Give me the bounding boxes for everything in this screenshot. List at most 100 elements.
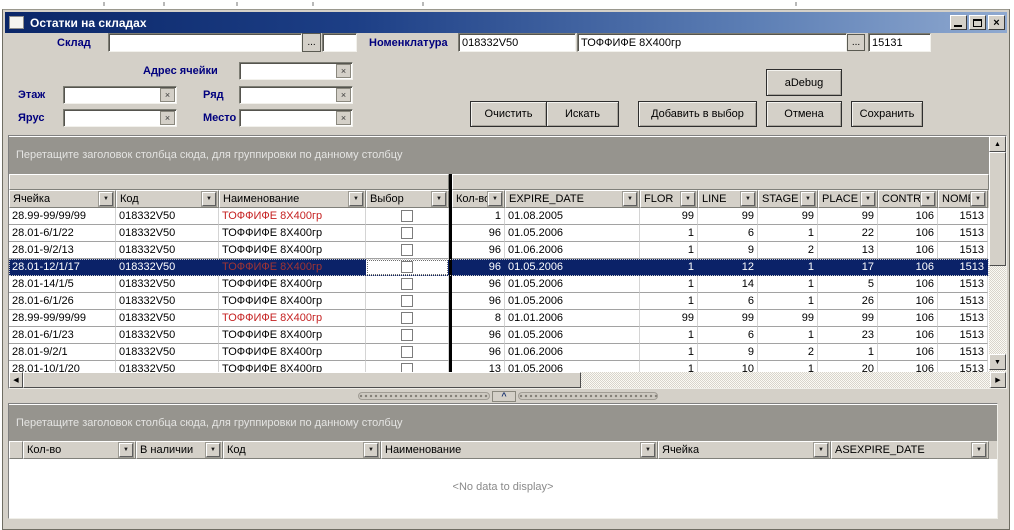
- column-header-naimenovanie[interactable]: Наименование▼: [219, 190, 366, 208]
- cell-contr: 106: [878, 225, 938, 242]
- table-row[interactable]: 28.01-6/1/23018332V50ТОФФИФЕ 8Х400гр9601…: [9, 327, 989, 344]
- splitter-collapse-button[interactable]: ^: [492, 391, 516, 402]
- column-header-nomen[interactable]: NOMEN▼: [938, 190, 988, 208]
- nomenklatura-lookup-button[interactable]: ...: [847, 34, 865, 51]
- nomenklatura-name-input[interactable]: [577, 33, 847, 52]
- title-bar[interactable]: Остатки на складах ×: [5, 12, 1007, 33]
- column-header-kod[interactable]: Код▼: [116, 190, 219, 208]
- filter-dropdown-button[interactable]: ▼: [921, 192, 935, 206]
- row-select-checkbox[interactable]: [401, 244, 413, 256]
- cancel-button[interactable]: Отмена: [766, 101, 842, 127]
- row-select-checkbox[interactable]: [401, 312, 413, 324]
- scroll-right-button[interactable]: ▶: [990, 372, 1006, 388]
- filter-dropdown-button[interactable]: ▼: [641, 443, 655, 457]
- splitter-grip[interactable]: [358, 392, 490, 400]
- grid-splitter[interactable]: ^: [8, 389, 1007, 403]
- minimize-button[interactable]: [950, 15, 967, 30]
- filter-dropdown-button[interactable]: ▼: [814, 443, 828, 457]
- scrollbar-thumb[interactable]: [23, 372, 581, 388]
- filter-dropdown-button[interactable]: ▼: [202, 192, 216, 206]
- filter-dropdown-button[interactable]: ▼: [971, 192, 985, 206]
- table-row[interactable]: 28.01-10/1/20018332V50ТОФФИФЕ 8Х400гр130…: [9, 361, 989, 372]
- table-row[interactable]: 28.01-6/1/26018332V50ТОФФИФЕ 8Х400гр9601…: [9, 293, 989, 310]
- table-row[interactable]: 28.01-14/1/5018332V50ТОФФИФЕ 8Х400гр9601…: [9, 276, 989, 293]
- column-header-asexpire_date[interactable]: ASEXPIRE_DATE▼: [831, 441, 989, 459]
- column-header-stage[interactable]: STAGE▼: [758, 190, 818, 208]
- row-select-checkbox[interactable]: [401, 227, 413, 239]
- scroll-left-button[interactable]: ◀: [9, 372, 23, 388]
- filter-dropdown-button[interactable]: ▼: [488, 192, 502, 206]
- column-header-contr[interactable]: CONTR▼: [878, 190, 938, 208]
- yarus-clear-button[interactable]: ×: [160, 111, 175, 125]
- column-header-expire_date[interactable]: EXPIRE_DATE ▼: [505, 190, 640, 208]
- table-row[interactable]: 28.01-9/2/13018332V50ТОФФИФЕ 8Х400гр9601…: [9, 242, 989, 259]
- column-header-naimenovanie[interactable]: Наименование▼: [381, 441, 658, 459]
- splitter-grip[interactable]: [518, 392, 658, 400]
- add-to-selection-button[interactable]: Добавить в выбор: [638, 101, 757, 127]
- filter-dropdown-button[interactable]: ▼: [861, 192, 875, 206]
- maximize-button[interactable]: [969, 15, 986, 30]
- table-row[interactable]: 28.01-6/1/22018332V50ТОФФИФЕ 8Х400гр9601…: [9, 225, 989, 242]
- row-select-checkbox[interactable]: [401, 261, 413, 273]
- cell-nomen: 1513: [938, 310, 988, 327]
- scroll-up-button[interactable]: ▲: [989, 136, 1006, 152]
- adres-clear-button[interactable]: ×: [336, 64, 351, 78]
- nomenklatura-id-input[interactable]: [868, 33, 931, 52]
- clear-button[interactable]: Очистить: [470, 101, 547, 127]
- row-select-checkbox[interactable]: [401, 210, 413, 222]
- group-by-panel[interactable]: Перетащите заголовок столбца сюда, для г…: [9, 404, 997, 441]
- column-header-yacheika[interactable]: Ячейка▼: [658, 441, 831, 459]
- column-header-yacheika[interactable]: Ячейка▼: [9, 190, 116, 208]
- filter-dropdown-button[interactable]: ▼: [741, 192, 755, 206]
- table-row[interactable]: 28.01-9/2/1018332V50ТОФФИФЕ 8Х400гр9601.…: [9, 344, 989, 361]
- cell-yacheika: 28.01-10/1/20: [9, 361, 116, 372]
- column-header-v_nalichii[interactable]: В наличии▼: [136, 441, 223, 459]
- cell-yacheika: 28.01-12/1/17: [9, 259, 116, 276]
- sklad-lookup-button[interactable]: ...: [302, 33, 321, 52]
- ellipsis-icon: ...: [852, 39, 860, 47]
- filter-dropdown-button[interactable]: ▼: [972, 443, 986, 457]
- cell-contr: 106: [878, 327, 938, 344]
- nomenklatura-code-input[interactable]: [458, 33, 576, 52]
- column-header-vybor[interactable]: Выбор▼: [366, 190, 449, 208]
- column-header-kolvo[interactable]: Кол-во▼: [452, 190, 505, 208]
- column-header-label: EXPIRE_DATE: [509, 193, 584, 205]
- column-header-flor[interactable]: FLOR▼: [640, 190, 698, 208]
- table-row[interactable]: 28.99-99/99/99018332V50ТОФФИФЕ 8Х400гр80…: [9, 310, 989, 327]
- group-by-panel[interactable]: Перетащите заголовок столбца сюда, для г…: [9, 136, 989, 174]
- filter-dropdown-button[interactable]: ▼: [801, 192, 815, 206]
- etazh-clear-button[interactable]: ×: [160, 88, 175, 102]
- column-header-kod[interactable]: Код▼: [223, 441, 381, 459]
- filter-dropdown-button[interactable]: ▼: [206, 443, 220, 457]
- column-header-line[interactable]: LINE▼: [698, 190, 758, 208]
- row-select-checkbox[interactable]: [401, 363, 413, 372]
- adebug-button[interactable]: aDebug: [766, 69, 842, 96]
- filter-dropdown-button[interactable]: ▼: [681, 192, 695, 206]
- save-button[interactable]: Сохранить: [851, 101, 923, 127]
- filter-dropdown-button[interactable]: ▼: [349, 192, 363, 206]
- filter-dropdown-button[interactable]: ▼: [364, 443, 378, 457]
- ryad-clear-button[interactable]: ×: [336, 88, 351, 102]
- row-select-checkbox[interactable]: [401, 295, 413, 307]
- table-row[interactable]: 28.99-99/99/99018332V50ТОФФИФЕ 8Х400гр10…: [9, 208, 989, 225]
- filter-dropdown-button[interactable]: ▼: [99, 192, 113, 206]
- table-row[interactable]: 28.01-12/1/17018332V50ТОФФИФЕ 8Х400гр960…: [9, 259, 989, 276]
- cell-stage: 1: [758, 276, 818, 293]
- row-select-checkbox[interactable]: [401, 329, 413, 341]
- filter-dropdown-button[interactable]: ▼: [432, 192, 446, 206]
- sklad-code-input[interactable]: [322, 33, 357, 52]
- scroll-down-button[interactable]: ▼: [989, 354, 1006, 370]
- cell-stage: 1: [758, 327, 818, 344]
- close-button[interactable]: ×: [988, 15, 1005, 30]
- mesto-clear-button[interactable]: ×: [336, 111, 351, 125]
- filter-dropdown-button[interactable]: ▼: [119, 443, 133, 457]
- cell-naimenovanie: ТОФФИФЕ 8Х400гр: [219, 208, 366, 225]
- filter-dropdown-button[interactable]: ▼: [623, 192, 637, 206]
- search-button[interactable]: Искать: [546, 101, 619, 127]
- column-header-kolvo[interactable]: Кол-во▼: [23, 441, 136, 459]
- scrollbar-thumb[interactable]: [989, 152, 1006, 266]
- row-select-checkbox[interactable]: [401, 278, 413, 290]
- row-select-checkbox[interactable]: [401, 346, 413, 358]
- sklad-input[interactable]: [108, 33, 302, 52]
- column-header-place[interactable]: PLACE▼: [818, 190, 878, 208]
